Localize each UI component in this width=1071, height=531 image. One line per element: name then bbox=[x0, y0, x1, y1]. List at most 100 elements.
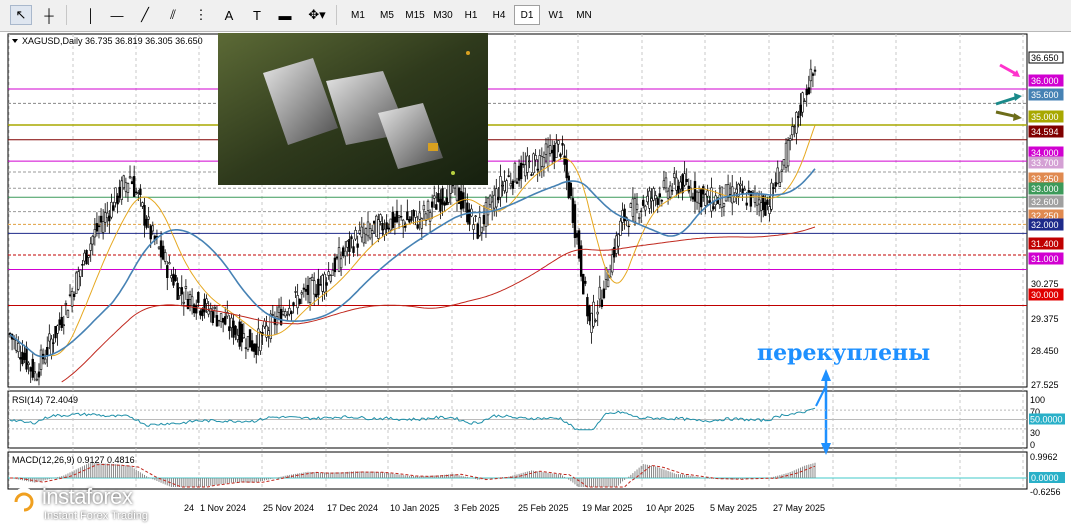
time-axis-label: 10 Jan 2025 bbox=[390, 503, 440, 513]
candle-body bbox=[35, 378, 39, 381]
chart-canvas[interactable]: XAGUSD,Daily 36.735 36.819 36.305 36.650… bbox=[0, 31, 1071, 526]
candle-body bbox=[54, 326, 57, 339]
candle-body bbox=[313, 280, 316, 295]
candle-body bbox=[325, 282, 328, 286]
candle-body bbox=[584, 280, 587, 284]
candle-body bbox=[499, 176, 502, 198]
logo-brand-text: instaforex bbox=[42, 484, 133, 509]
price-axis-label: 30.275 bbox=[1031, 279, 1059, 289]
timeframe-d1-button[interactable]: D1 bbox=[514, 5, 540, 25]
shapes-menu-icon[interactable]: ✥▾ bbox=[302, 5, 332, 25]
candle-body bbox=[642, 199, 645, 206]
crosshair-icon[interactable]: ┼ bbox=[38, 5, 60, 25]
rsi-scale-label: 100 bbox=[1030, 395, 1045, 405]
candle-body bbox=[658, 193, 661, 198]
candle-body bbox=[563, 155, 566, 165]
candle-body bbox=[106, 212, 109, 219]
teal-arrowhead-icon bbox=[1014, 93, 1022, 101]
price-axis-label: 30.000 bbox=[1031, 290, 1059, 300]
candle-body bbox=[64, 302, 68, 306]
candle-body bbox=[569, 182, 573, 197]
timeframe-h4-button[interactable]: H4 bbox=[486, 5, 512, 25]
text-tool-icon[interactable]: A bbox=[218, 5, 240, 25]
timeframe-mn-button[interactable]: MN bbox=[571, 5, 597, 25]
candle-body bbox=[39, 349, 43, 370]
candle-body bbox=[221, 317, 225, 323]
candle-body bbox=[579, 245, 583, 277]
candle-body bbox=[418, 212, 421, 220]
timeframe-m1-button[interactable]: M1 bbox=[345, 5, 371, 25]
candle-body bbox=[370, 230, 374, 234]
candle-body bbox=[582, 273, 585, 295]
olive-arrowhead-icon bbox=[1013, 113, 1022, 121]
candle-body bbox=[207, 310, 210, 315]
candle-body bbox=[87, 255, 90, 258]
candle-body bbox=[228, 326, 231, 332]
candle-body bbox=[339, 258, 343, 269]
candle-body bbox=[273, 318, 277, 325]
candle-body bbox=[395, 210, 399, 223]
candle-body bbox=[387, 227, 390, 230]
candle-body bbox=[168, 262, 171, 265]
candle-body bbox=[43, 358, 47, 364]
candle-body bbox=[114, 187, 117, 203]
candle-body bbox=[296, 295, 299, 309]
trendline-icon[interactable]: ╱ bbox=[134, 5, 156, 25]
candle-body bbox=[724, 184, 728, 202]
cursor-arrow-icon[interactable]: ↖ bbox=[10, 5, 32, 25]
price-chart[interactable]: XAGUSD,Daily 36.735 36.819 36.305 36.650… bbox=[0, 31, 1071, 526]
candle-body bbox=[722, 203, 726, 207]
candle-body bbox=[631, 198, 635, 217]
candle-body bbox=[522, 163, 525, 166]
timeframe-h1-button[interactable]: H1 bbox=[458, 5, 484, 25]
channel-icon[interactable]: ⫽ bbox=[162, 5, 184, 25]
candle-body bbox=[147, 216, 150, 220]
timeframe-m15-button[interactable]: M15 bbox=[402, 5, 428, 25]
candle-body bbox=[433, 195, 436, 199]
candle-body bbox=[712, 206, 715, 210]
candle-body bbox=[143, 205, 146, 226]
candle-body bbox=[644, 205, 647, 211]
fibonacci-icon[interactable]: ⋮ bbox=[190, 5, 212, 25]
candle-body bbox=[91, 235, 94, 245]
instaforex-logo: instaforex Instant Forex Trading bbox=[8, 482, 188, 522]
candle-body bbox=[50, 338, 53, 356]
candle-body bbox=[348, 239, 351, 252]
candle-body bbox=[679, 181, 682, 190]
candle-body bbox=[182, 301, 186, 304]
candle-body bbox=[805, 88, 808, 96]
price-axis-label: 31.000 bbox=[1031, 254, 1059, 264]
candle-body bbox=[774, 182, 777, 187]
candle-body bbox=[201, 308, 204, 317]
candle-body bbox=[366, 221, 370, 237]
candle-body bbox=[190, 296, 194, 306]
candle-body bbox=[205, 298, 208, 304]
timeframe-w1-button[interactable]: W1 bbox=[543, 5, 569, 25]
candle-body bbox=[519, 162, 523, 180]
label-tool-icon[interactable]: T bbox=[246, 5, 268, 25]
candle-body bbox=[149, 225, 152, 240]
candle-body bbox=[290, 311, 293, 314]
candle-body bbox=[385, 222, 388, 230]
candle-body bbox=[103, 212, 107, 223]
candle-body bbox=[577, 230, 581, 259]
horizontal-line-icon[interactable]: — bbox=[106, 5, 128, 25]
timeframe-m5-button[interactable]: M5 bbox=[374, 5, 400, 25]
candle-body bbox=[764, 201, 767, 216]
candle-body bbox=[180, 287, 183, 295]
rectangle-tool-icon[interactable]: ▬ bbox=[274, 5, 296, 25]
candle-body bbox=[120, 180, 123, 200]
time-axis-label: 25 Feb 2025 bbox=[518, 503, 569, 513]
chart-toolbar: ↖ ┼ │ — ╱ ⫽ ⋮ A T ▬ ✥▾ M1 M5 M15 M30 H1 H4 D1 W1 MN bbox=[0, 0, 1071, 32]
price-axis-label: 27.525 bbox=[1031, 380, 1059, 390]
candle-body bbox=[753, 193, 757, 203]
candle-body bbox=[513, 162, 517, 182]
candle-body bbox=[377, 219, 380, 239]
time-axis-label: 17 Dec 2024 bbox=[327, 503, 378, 513]
candle-body bbox=[617, 234, 620, 247]
timeframe-m30-button[interactable]: M30 bbox=[430, 5, 456, 25]
candle-body bbox=[319, 284, 322, 286]
vertical-line-icon[interactable]: │ bbox=[80, 5, 102, 25]
candle-body bbox=[389, 218, 392, 231]
candle-body bbox=[352, 246, 355, 253]
